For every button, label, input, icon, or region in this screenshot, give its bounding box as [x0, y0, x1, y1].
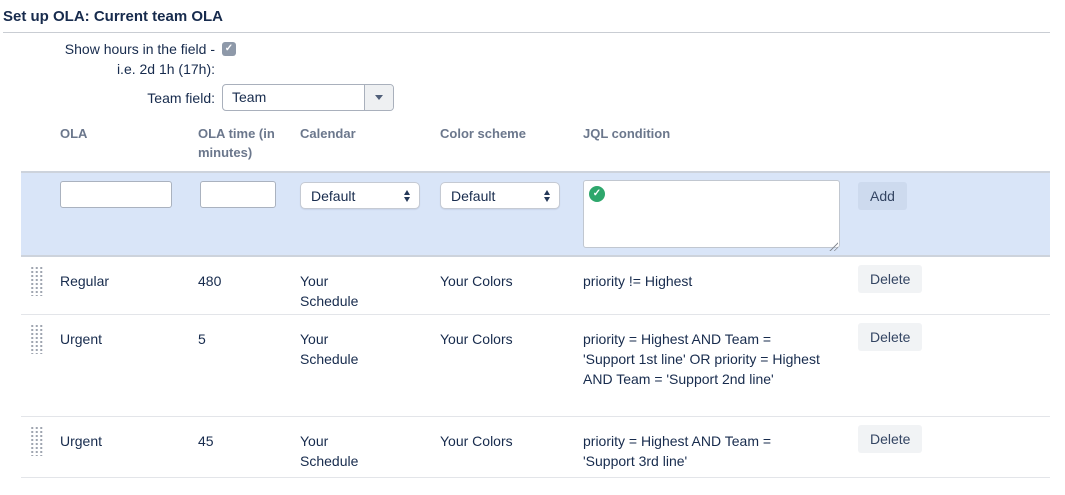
select-spinner-icon — [404, 190, 410, 202]
page-title: Set up OLA: Current team OLA — [3, 8, 223, 25]
delete-button[interactable]: Delete — [858, 265, 922, 293]
ola-name-input[interactable] — [60, 181, 172, 208]
table-row: Regular 480 Your Schedule Your Colors pr… — [21, 257, 1050, 315]
add-ola-row: Default Default ✓ Add — [21, 171, 1050, 257]
team-field-selected-value: Team — [223, 85, 364, 110]
jql-condition-textarea[interactable] — [583, 180, 840, 248]
show-hours-label: Show hours in the field - i.e. 2d 1h (17… — [0, 39, 215, 79]
cell-calendar: Your Schedule — [300, 315, 380, 416]
header-color-scheme: Color scheme — [440, 118, 583, 171]
checkbox-check-icon: ✓ — [225, 44, 233, 54]
delete-button[interactable]: Delete — [858, 323, 922, 351]
cell-jql-condition: priority != Highest — [583, 257, 835, 314]
team-field-select[interactable]: Team — [222, 84, 394, 111]
jql-input-wrap: ✓ — [583, 180, 840, 253]
cell-ola: Urgent — [60, 417, 198, 477]
delete-button[interactable]: Delete — [858, 425, 922, 453]
header-handle-spacer — [21, 118, 60, 171]
cell-ola-time: 5 — [198, 315, 300, 416]
table-row: Urgent 5 Your Schedule Your Colors prior… — [21, 315, 1050, 417]
cell-jql-condition: priority = Highest AND Team = 'Support 1… — [583, 315, 835, 416]
table-row: Urgent 45 Your Schedule Your Colors prio… — [21, 417, 1050, 478]
cell-ola-time: 480 — [198, 257, 300, 314]
header-ola: OLA — [60, 118, 198, 171]
header-actions-spacer — [858, 118, 1050, 171]
show-hours-label-line2: i.e. 2d 1h (17h): — [0, 59, 215, 79]
header-jql-condition: JQL condition — [583, 118, 858, 171]
show-hours-checkbox[interactable]: ✓ — [222, 42, 236, 56]
color-scheme-select[interactable]: Default — [440, 182, 560, 209]
cell-jql-condition: priority = Highest AND Team = 'Support 3… — [583, 417, 835, 477]
ola-table: OLA OLA time (in minutes) Calendar Color… — [21, 118, 1050, 478]
chevron-down-icon — [375, 95, 383, 100]
cell-calendar: Your Schedule — [300, 417, 380, 477]
team-field-label: Team field: — [0, 88, 215, 108]
ola-settings-page: Set up OLA: Current team OLA Show hours … — [0, 0, 1065, 495]
table-header-row: OLA OLA time (in minutes) Calendar Color… — [21, 118, 1050, 171]
color-scheme-selected-value: Default — [441, 188, 544, 204]
add-row-handle-spacer — [21, 173, 60, 255]
drag-handle-icon[interactable] — [30, 426, 43, 456]
show-hours-label-line1: Show hours in the field - — [0, 39, 215, 59]
ola-time-input[interactable] — [200, 181, 276, 208]
jql-valid-icon: ✓ — [589, 186, 605, 202]
cell-color-scheme: Your Colors — [440, 315, 583, 416]
header-ola-time: OLA time (in minutes) — [198, 118, 300, 171]
team-field-dropdown-button[interactable] — [364, 85, 393, 110]
cell-ola: Urgent — [60, 315, 198, 416]
header-calendar: Calendar — [300, 118, 440, 171]
title-divider — [3, 32, 1050, 33]
cell-color-scheme: Your Colors — [440, 417, 583, 477]
select-spinner-icon — [544, 190, 550, 202]
add-button[interactable]: Add — [858, 182, 907, 210]
cell-ola: Regular — [60, 257, 198, 314]
cell-calendar: Your Schedule — [300, 257, 380, 314]
calendar-select[interactable]: Default — [300, 182, 420, 209]
calendar-selected-value: Default — [301, 188, 404, 204]
cell-ola-time: 45 — [198, 417, 300, 477]
drag-handle-icon[interactable] — [30, 266, 43, 296]
drag-handle-icon[interactable] — [30, 324, 43, 354]
cell-color-scheme: Your Colors — [440, 257, 583, 314]
